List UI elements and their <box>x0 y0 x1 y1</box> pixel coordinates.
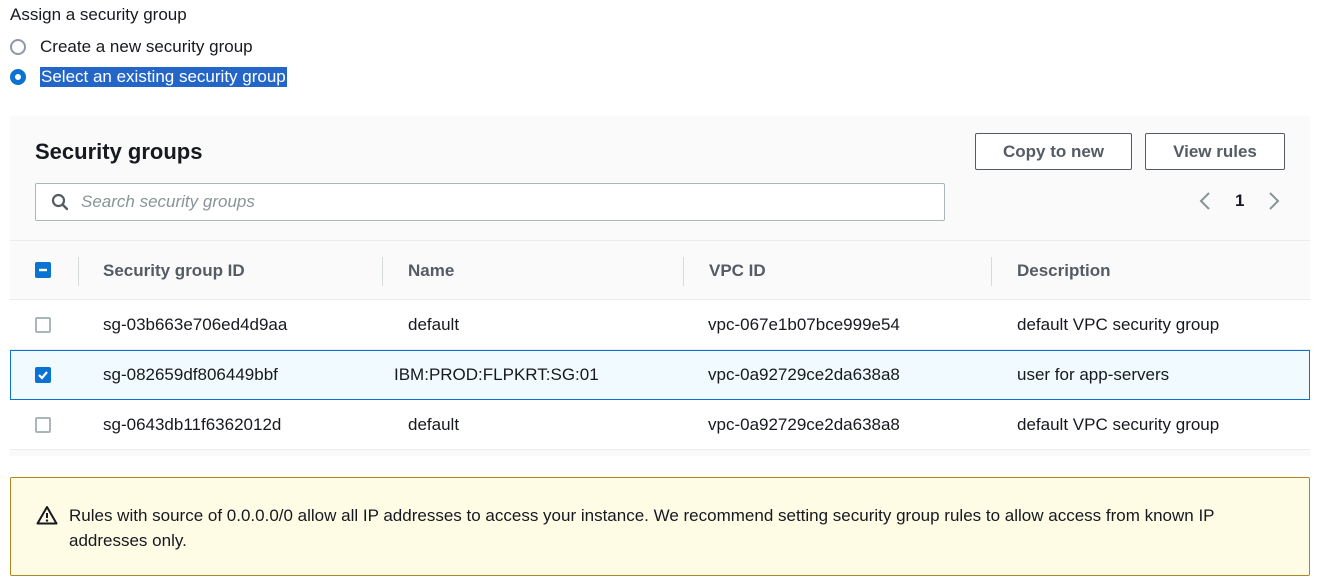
radio-create-new-security-group[interactable]: Create a new security group <box>10 37 253 57</box>
warning-message: Rules with source of 0.0.0.0/0 allow all… <box>69 506 1215 550</box>
column-header-security-group-id[interactable]: Security group ID <box>103 241 245 300</box>
row-checkbox[interactable] <box>35 416 51 433</box>
column-divider <box>683 257 684 286</box>
search-security-groups-field[interactable] <box>35 183 945 221</box>
table-header: Security group ID Name VPC ID Descriptio… <box>10 240 1310 300</box>
column-header-name[interactable]: Name <box>408 241 454 300</box>
cell-name: IBM:PROD:FLPKRT:SG:01 <box>394 365 599 384</box>
view-rules-button[interactable]: View rules <box>1145 133 1285 170</box>
cell-name: default <box>408 314 460 334</box>
radio-button-unselected[interactable] <box>10 39 26 55</box>
column-divider <box>78 257 79 286</box>
column-header-description[interactable]: Description <box>1017 241 1111 300</box>
row-checkbox-checked[interactable] <box>35 367 51 383</box>
panel-title: Security groups <box>35 139 203 164</box>
column-divider <box>382 257 383 286</box>
table-row-selected[interactable]: sg-082659df806449bbf IBM:PROD:FLPKRT:SG:… <box>10 350 1310 400</box>
radio-button-selected[interactable] <box>10 69 26 85</box>
cell-description: default VPC security group <box>1017 314 1220 334</box>
security-groups-table: Security group ID Name VPC ID Descriptio… <box>10 240 1310 450</box>
warning-alert: Rules with source of 0.0.0.0/0 allow all… <box>10 477 1310 576</box>
row-checkbox[interactable] <box>35 316 51 333</box>
cell-vpc-id: vpc-0a92729ce2da638a8 <box>708 365 900 384</box>
radio-label-select-existing: Select an existing security group <box>40 67 287 87</box>
warning-triangle-icon <box>36 506 58 525</box>
pagination: 1 <box>1195 188 1284 214</box>
search-input[interactable] <box>79 191 903 213</box>
cell-security-group-id: sg-03b663e706ed4d9aa <box>103 314 288 334</box>
next-page-chevron-icon[interactable] <box>1264 188 1284 214</box>
select-all-checkbox-indeterminate[interactable] <box>35 262 51 278</box>
cell-vpc-id: vpc-0a92729ce2da638a8 <box>708 414 900 434</box>
cell-description: user for app-servers <box>1017 365 1170 384</box>
security-groups-panel: Security groups Copy to new View rules 1… <box>10 116 1310 456</box>
table-row[interactable]: sg-03b663e706ed4d9aa default vpc-067e1b0… <box>10 300 1310 350</box>
cell-security-group-id: sg-0643db11f6362012d <box>103 414 282 434</box>
copy-to-new-button[interactable]: Copy to new <box>975 133 1132 170</box>
cell-vpc-id: vpc-067e1b07bce999e54 <box>708 314 900 334</box>
column-header-vpc-id[interactable]: VPC ID <box>709 241 766 300</box>
cell-security-group-id: sg-082659df806449bbf <box>103 365 278 384</box>
column-divider <box>991 257 992 286</box>
assign-security-group-heading: Assign a security group <box>10 5 187 24</box>
search-icon <box>51 193 69 211</box>
current-page-number[interactable]: 1 <box>1235 191 1244 211</box>
cell-name: default <box>408 414 460 434</box>
radio-label-create-new: Create a new security group <box>40 37 253 56</box>
previous-page-chevron-icon[interactable] <box>1195 188 1215 214</box>
table-row[interactable]: sg-0643db11f6362012d default vpc-0a92729… <box>10 400 1310 450</box>
cell-description: default VPC security group <box>1017 414 1220 434</box>
radio-select-existing-security-group[interactable]: Select an existing security group <box>10 67 287 87</box>
